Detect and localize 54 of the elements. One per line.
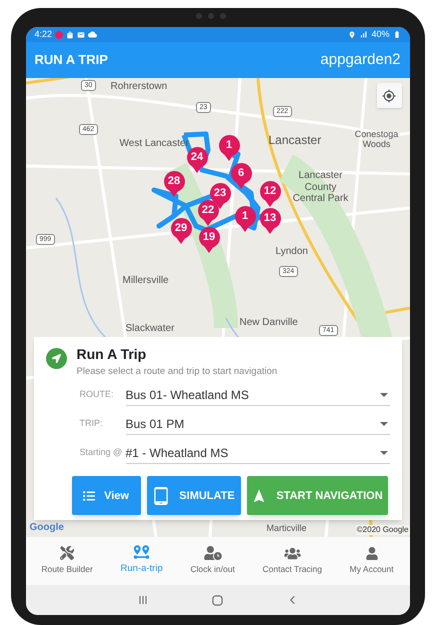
map-logo: Google [30,523,64,533]
map-attribution: ©2020 Google [356,525,410,535]
dropdown-caret-icon [380,422,388,426]
action-button[interactable]: START NAVIGATION [246,476,388,516]
home-icon[interactable] [212,594,224,606]
battery-percent: 40% [371,28,390,41]
user-clock-icon [204,546,222,560]
dropdown-field[interactable]: #1 - Wheatland MS [126,442,390,464]
account-name: appgarden2 [320,50,400,70]
action-button[interactable]: SIMULATE [146,476,240,516]
map-place-label: Conestoga Woods [354,129,400,150]
map-place-label: Rohrerstown [110,81,168,92]
recent-apps-icon[interactable] [138,595,148,605]
cloud-icon [88,30,98,39]
tools-icon [60,546,74,560]
bag-icon [66,30,74,38]
nav-tab[interactable]: Run-a-trip [120,545,163,577]
map-place-label: Marticville [266,523,307,534]
nav-tab[interactable]: My Account [350,546,394,576]
group-icon [284,546,301,560]
battery-icon [392,30,400,39]
field-label: Starting @ [80,446,124,459]
mail-icon [77,30,86,38]
map-place-label: Millersville [122,275,169,286]
navigation-badge-icon [46,348,66,369]
route-pins-icon [133,545,150,560]
dropdown-caret-icon [380,450,388,455]
dropdown-field[interactable]: Bus 01- Wheatland MS [126,384,390,406]
list-icon [83,490,96,502]
map-place-label: Lancaster County Central Park [292,170,350,204]
action-button[interactable]: View [72,476,140,516]
app-title: RUN A TRIP [34,51,108,70]
my-location-button[interactable] [376,83,402,108]
map-place-label: New Danville [240,317,298,328]
field-label: TRIP: [80,416,104,430]
user-icon [366,546,378,560]
card-subtitle: Please select a route and trip to start navigation [76,365,278,379]
map-place-label: Slackwater [126,323,174,334]
nav-tab[interactable]: Clock in/out [190,546,235,576]
location-icon [348,30,356,38]
dropdown-caret-icon [380,392,388,397]
field-label: ROUTE: [80,388,115,401]
dropdown-field[interactable]: Bus 01 PM [126,413,390,436]
app-notification-icon [55,30,64,38]
location-target-icon [382,88,396,102]
nav-tab[interactable]: Contact Tracing [262,546,322,576]
back-icon[interactable] [288,595,298,605]
status-time: 4:22 [34,28,52,41]
nav-tab[interactable]: Route Builder [41,546,93,576]
signal-icon [359,30,368,39]
card-title: Run A Trip [76,345,148,364]
camera-dots-icon [196,13,226,19]
tablet-icon [152,486,170,505]
map-place-label: Lyndon [276,246,308,258]
